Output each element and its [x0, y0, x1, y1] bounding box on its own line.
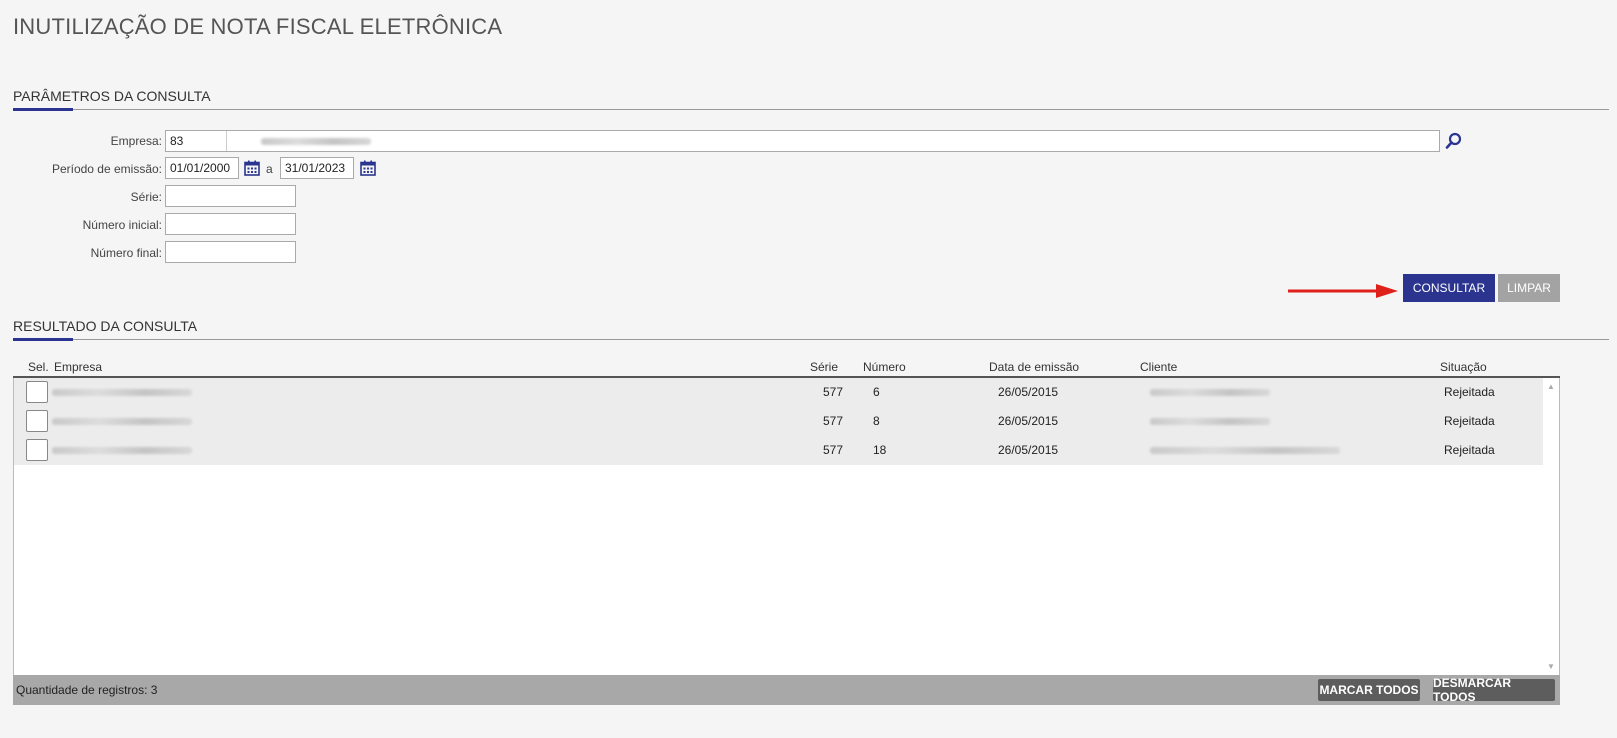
empresa-redacted [52, 418, 192, 425]
col-situacao[interactable]: Situação [1440, 360, 1487, 374]
empresa-redacted [52, 389, 192, 396]
empresa-name-redacted [261, 138, 371, 145]
table-row[interactable]: 577 18 26/05/2015 Rejeitada [14, 436, 1544, 465]
empresa-label: Empresa: [110, 134, 162, 148]
row-checkbox[interactable] [26, 381, 48, 403]
results-section-header: RESULTADO DA CONSULTA [13, 316, 1609, 341]
cell-serie: 577 [823, 414, 844, 428]
periodo-label: Período de emissão: [51, 162, 162, 176]
numero-inicial-label: Número inicial: [82, 218, 162, 232]
cell-numero: 18 [873, 443, 887, 457]
col-serie[interactable]: Série [810, 360, 838, 374]
cliente-redacted [1150, 418, 1270, 425]
serie-input[interactable] [165, 185, 296, 207]
cell-serie: 577 [823, 443, 844, 457]
cell-data: 26/05/2015 [998, 443, 1059, 457]
numero-final-input[interactable] [165, 241, 296, 263]
params-section-title: PARÂMETROS DA CONSULTA [13, 88, 211, 104]
cell-situacao: Rejeitada [1444, 414, 1495, 428]
params-section-header: PARÂMETROS DA CONSULTA [13, 86, 1609, 111]
grid-header: Sel. Empresa Série Número Data de emissã… [13, 360, 1560, 378]
calendar-icon[interactable] [358, 158, 378, 178]
cell-data: 26/05/2015 [998, 414, 1059, 428]
record-count-label: Quantidade de registros: [16, 683, 148, 697]
cell-serie: 577 [823, 385, 844, 399]
scroll-up-icon[interactable]: ▲ [1547, 382, 1555, 391]
cell-data: 26/05/2015 [998, 385, 1059, 399]
cell-numero: 6 [873, 385, 880, 399]
record-count: Quantidade de registros: 3 [16, 683, 157, 697]
serie-label: Série: [130, 190, 162, 204]
cell-situacao: Rejeitada [1444, 443, 1495, 457]
date-from-input[interactable] [165, 157, 239, 179]
grid-footer: Quantidade de registros: 3 MARCAR TODOS … [13, 675, 1560, 705]
col-empresa[interactable]: Empresa [54, 360, 102, 374]
table-row[interactable]: 577 6 26/05/2015 Rejeitada [14, 378, 1544, 407]
results-grid: 577 6 26/05/2015 Rejeitada 577 8 26/05/2… [13, 378, 1560, 675]
section-accent [13, 108, 73, 111]
page-title: INUTILIZAÇÃO DE NOTA FISCAL ELETRÔNICA [13, 14, 503, 39]
calendar-icon[interactable] [242, 158, 262, 178]
desmarcar-todos-button[interactable]: DESMARCAR TODOS [1433, 676, 1555, 704]
marcar-todos-button[interactable]: MARCAR TODOS [1318, 679, 1420, 701]
limpar-button[interactable]: LIMPAR [1498, 274, 1560, 302]
row-checkbox[interactable] [26, 410, 48, 432]
col-sel[interactable]: Sel. [28, 360, 49, 374]
col-numero[interactable]: Número [863, 360, 906, 374]
col-data-emissao[interactable]: Data de emissão [989, 360, 1079, 374]
date-to-input[interactable] [280, 157, 354, 179]
cell-numero: 8 [873, 414, 880, 428]
date-separator: a [266, 162, 273, 176]
red-arrow-icon [1288, 284, 1398, 298]
row-checkbox[interactable] [26, 439, 48, 461]
cliente-redacted [1150, 389, 1270, 396]
cliente-redacted [1150, 447, 1340, 454]
consultar-button[interactable]: CONSULTAR [1403, 274, 1495, 302]
cell-situacao: Rejeitada [1444, 385, 1495, 399]
section-accent [13, 338, 73, 341]
numero-final-label: Número final: [90, 246, 162, 260]
numero-inicial-input[interactable] [165, 213, 296, 235]
empresa-redacted [52, 447, 192, 454]
col-cliente[interactable]: Cliente [1140, 360, 1177, 374]
scroll-down-icon[interactable]: ▼ [1547, 662, 1555, 671]
empresa-code: 83 [170, 134, 184, 148]
record-count-value: 3 [150, 683, 158, 697]
table-row[interactable]: 577 8 26/05/2015 Rejeitada [14, 407, 1544, 436]
vertical-scrollbar[interactable]: ▲ ▼ [1543, 378, 1559, 675]
search-icon[interactable] [1444, 131, 1464, 151]
empresa-field[interactable]: 83 [165, 130, 1440, 152]
results-section-title: RESULTADO DA CONSULTA [13, 318, 198, 334]
